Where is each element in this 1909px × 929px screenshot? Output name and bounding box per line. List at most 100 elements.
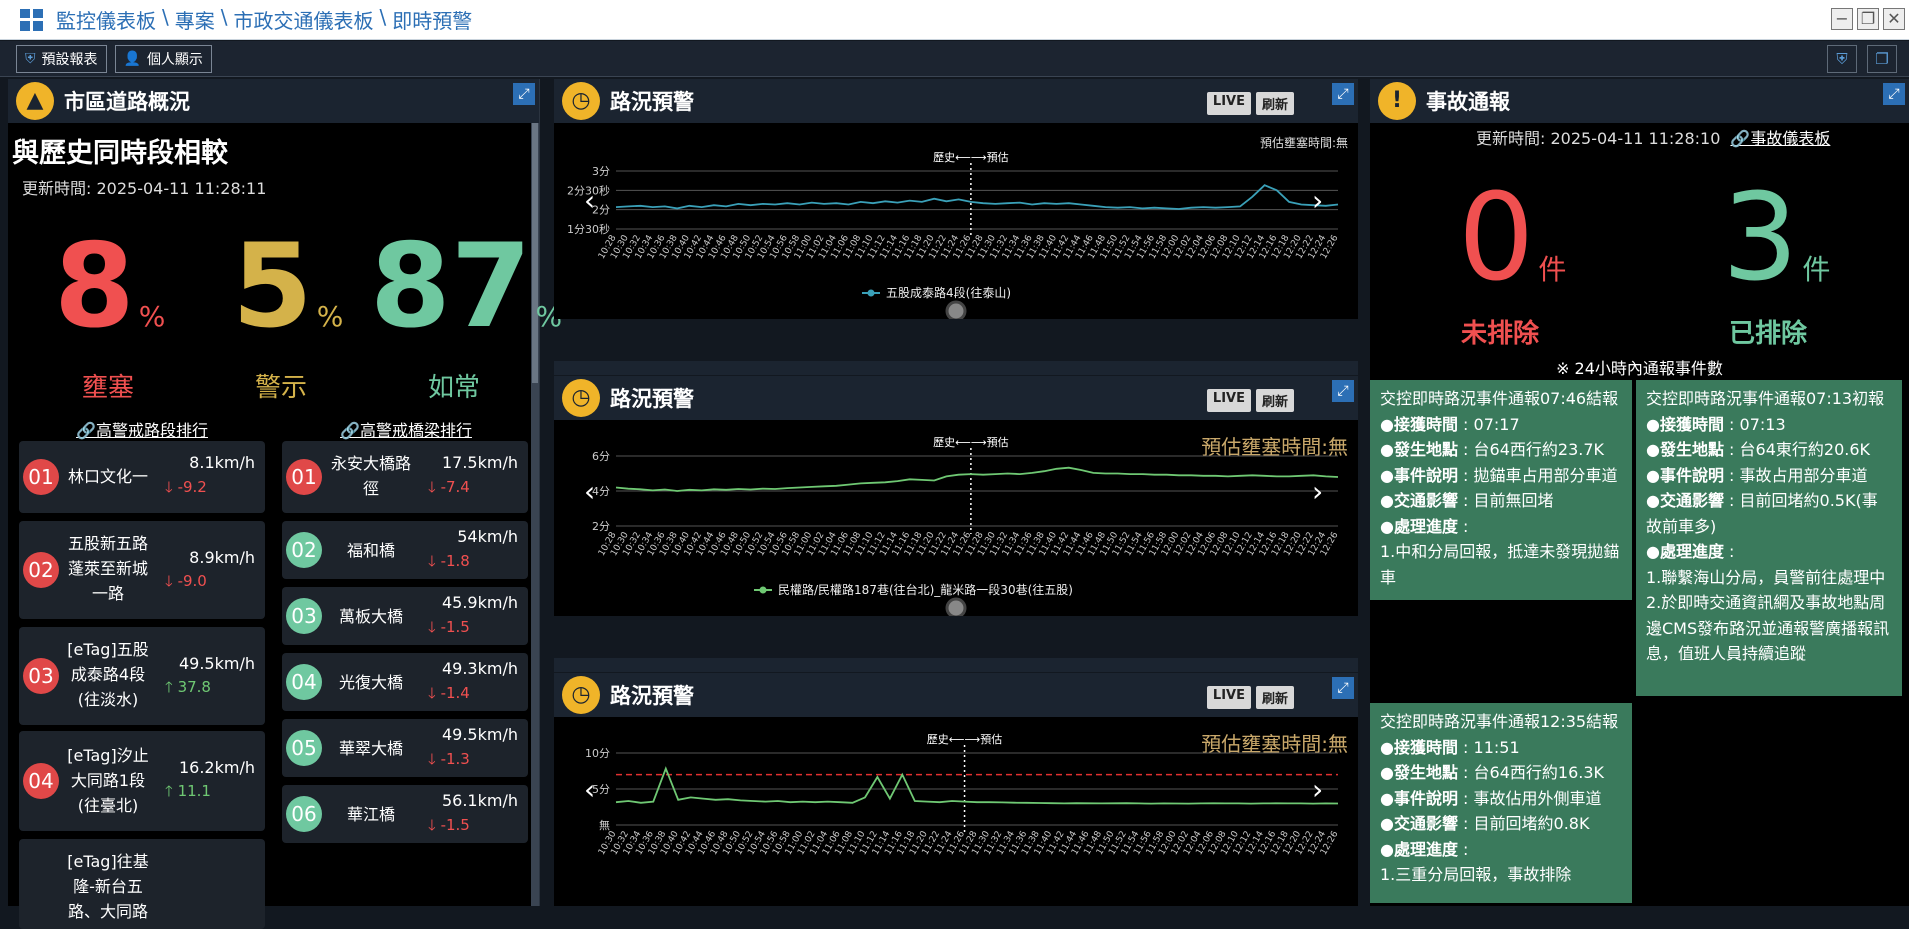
breadcrumb: 監控儀表板 \ 專案 \ 市政交通儀表板 \ 即時預警: [56, 5, 473, 34]
down-arrow-icon: 🡓: [165, 572, 178, 590]
copy-icon[interactable]: ❐: [1867, 45, 1897, 73]
bridge-rank-item[interactable]: 04 光復大橋 49.3km/h 🡓 -1.4: [282, 653, 528, 711]
up-arrow-icon: 🡑: [165, 782, 178, 800]
panel-header: ◷ 路況預警 LIVE 刷新 ⤢: [554, 79, 1358, 123]
traffic-chart-2: 預估壅塞時間:無6分4分2分歷史⟵⟶預估10:2810:3010:3210:34…: [584, 435, 1348, 616]
resolved-label: 已排除: [1728, 319, 1807, 349]
chevron-right-icon[interactable]: ›: [1312, 475, 1323, 508]
chevron-right-icon[interactable]: ›: [1312, 773, 1323, 806]
bridge-rank-item[interactable]: 01 永安大橋路徑 17.5km/h 🡓 -7.4: [282, 441, 528, 513]
refresh-button[interactable]: 刷新: [1255, 92, 1294, 115]
personal-display-button[interactable]: 👤 個人顯示: [114, 44, 212, 73]
chevron-left-icon[interactable]: ‹: [584, 184, 595, 217]
chevron-left-icon[interactable]: ‹: [584, 773, 595, 806]
expand-icon[interactable]: ⤢: [1332, 83, 1354, 105]
unresolved-label: 未排除: [1460, 319, 1539, 349]
estimate-text: 預估壅塞時間:無: [1260, 135, 1348, 150]
road-rank-item[interactable]: 04 [eTag]汐止大同路1段(往臺北) 16.2km/h 🡑 11.1: [19, 731, 265, 831]
bridge-rank-item[interactable]: 06 華江橋 56.1km/h 🡓 -1.5: [282, 785, 528, 843]
traffic-chart-1: 預估壅塞時間:無3分2分30秒2分1分30秒歷史⟵⟶預估10:2810:3010…: [567, 135, 1348, 319]
road-rank-item[interactable]: 02 五股新五路蓬萊至新城一路 8.9km/h 🡓 -9.0: [19, 521, 265, 619]
expand-icon[interactable]: ⤢: [1883, 83, 1905, 105]
expand-icon[interactable]: ⤢: [1332, 677, 1354, 699]
road-rank-item[interactable]: 03 [eTag]五股成泰路4段(往淡水) 49.5km/h 🡑 37.8: [19, 627, 265, 725]
traffic-alert-panel-3: ◷ 路況預警 LIVE 刷新 ⤢ 預估壅塞時間:無 10分 5分無歷史⟵⟶預估 10:3…: [554, 673, 1358, 906]
incident-card[interactable]: 交控即時路況事件通報12:35結報 ●接獲時間 : 11:51 ●發生地點 : …: [1370, 703, 1632, 903]
road-rank-item[interactable]: [eTag]往基隆-新台五路、大同路: [19, 839, 265, 929]
y-tick-label: 2分: [592, 520, 610, 533]
scroll-handle[interactable]: [945, 597, 967, 616]
clock-icon: ◷: [562, 379, 600, 417]
bridge-rank-link[interactable]: 🔗高警戒橋梁排行: [306, 417, 506, 441]
live-button[interactable]: LIVE: [1206, 92, 1251, 115]
breadcrumb-item[interactable]: 監控儀表板: [56, 5, 156, 34]
preset-report-button[interactable]: ⛨ 預設報表: [16, 44, 107, 73]
update-time: 更新時間: 2025-04-11 11:28:11: [22, 179, 267, 198]
shield-icon: ⛨: [25, 50, 36, 67]
minimize-icon[interactable]: −: [1831, 8, 1853, 30]
panel-header: ◷ 路況預警 LIVE 刷新 ⤢: [554, 376, 1358, 420]
down-arrow-icon: 🡓: [428, 750, 441, 768]
scroll-handle[interactable]: [945, 300, 967, 319]
panel-header: ! 事故通報 ⤢: [1370, 79, 1909, 123]
breadcrumb-item-current: 即時預警: [392, 9, 473, 33]
shield-button-icon[interactable]: ⛨: [1827, 45, 1857, 73]
legend-label: 五股成泰路4段(往泰山): [886, 285, 1011, 300]
panel-header: ◷ 路況預警 LIVE 刷新 ⤢: [554, 673, 1358, 717]
series-line: [615, 466, 1339, 492]
clock-icon: ◷: [562, 82, 600, 120]
y-tick-label: 3分: [592, 165, 610, 178]
history-forecast-label: 歷史⟵⟶預估: [927, 733, 1003, 746]
traffic-alert-panel-2: ◷ 路況預警 LIVE 刷新 ⤢ 預估壅塞時間:無 6分 4分 2分 歷史⟵⟶預估 10:2…: [554, 376, 1358, 616]
road-icon: ▲: [16, 82, 54, 120]
incident-dashboard-link[interactable]: 🔗事故儀表板: [1730, 129, 1830, 148]
chevron-right-icon[interactable]: ›: [1312, 184, 1323, 217]
window-controls: − ❐ ✕: [1831, 8, 1905, 30]
road-rank-item[interactable]: 01 林口文化一 8.1km/h 🡓 -9.2: [19, 441, 265, 513]
legend-label: 民權路/民權路187巷(往台北)_龍米路一段30巷(往五股): [778, 582, 1073, 597]
chevron-left-icon[interactable]: ‹: [584, 475, 595, 508]
warning-percent: 5%: [232, 219, 344, 354]
update-time: 更新時間: 2025-04-11 11:28:10: [1476, 129, 1721, 148]
history-forecast-label: 歷史⟵⟶預估: [933, 151, 1009, 164]
warning-label: 警示: [254, 373, 307, 403]
series-line: [615, 184, 1339, 210]
maximize-icon[interactable]: ❐: [1857, 8, 1879, 30]
incident-note: ※ 24小時內通報事件數: [1556, 359, 1723, 378]
y-tick-label: 無: [599, 818, 610, 832]
incident-panel: ! 事故通報 ⤢ 更新時間: 2025-04-11 11:28:10 🔗事故儀表板…: [1370, 79, 1909, 906]
title-bar: 監控儀表板 \ 專案 \ 市政交通儀表板 \ 即時預警 − ❐ ✕: [0, 0, 1909, 40]
warning-icon: !: [1378, 82, 1416, 120]
panel-divider: [554, 361, 1358, 375]
down-arrow-icon: 🡓: [428, 816, 441, 834]
series-line: [615, 766, 1339, 805]
user-icon: 👤: [123, 50, 141, 67]
bridge-rank-item[interactable]: 03 萬板大橋 45.9km/h 🡓 -1.5: [282, 587, 528, 645]
toolbar: ⛨ 預設報表 👤 個人顯示 ⛨ ❐: [0, 41, 1909, 77]
bridge-rank-item[interactable]: 02 福和橋 54km/h 🡓 -1.8: [282, 521, 528, 579]
live-button[interactable]: LIVE: [1206, 389, 1251, 412]
estimate-text: 預估壅塞時間:無: [1201, 732, 1348, 756]
down-arrow-icon: 🡓: [428, 478, 441, 496]
refresh-button[interactable]: 刷新: [1255, 686, 1294, 709]
expand-icon[interactable]: ⤢: [1332, 380, 1354, 402]
incident-card[interactable]: 交控即時路況事件通報07:46結報 ●接獲時間 : 07:17 ●發生地點 : …: [1370, 380, 1632, 600]
breadcrumb-item[interactable]: 市政交通儀表板: [234, 5, 374, 34]
clock-icon: ◷: [562, 676, 600, 714]
down-arrow-icon: 🡓: [428, 552, 441, 570]
close-icon[interactable]: ✕: [1883, 8, 1905, 30]
congested-percent: 8%: [54, 219, 166, 354]
incident-card[interactable]: 交控即時路況事件通報07:13初報 ●接獲時間 : 07:13 ●發生地點 : …: [1636, 380, 1902, 696]
traffic-alert-panel-1: ◷ 路況預警 LIVE 刷新 ⤢ 預估壅塞時間:無 3分 2分30秒 2分 1分30秒 歷史…: [554, 79, 1358, 319]
bridge-rank-item[interactable]: 05 華翠大橋 49.5km/h 🡓 -1.3: [282, 719, 528, 777]
y-tick-label: 10分: [585, 747, 610, 760]
panel-header: ▲ 市區道路概況 ⤢: [8, 79, 539, 123]
breadcrumb-item[interactable]: 專案: [175, 5, 215, 34]
expand-icon[interactable]: ⤢: [513, 83, 535, 105]
live-button[interactable]: LIVE: [1206, 686, 1251, 709]
compare-title: 與歷史同時段相較: [12, 138, 228, 169]
road-rank-link[interactable]: 🔗高警戒路段排行: [42, 417, 242, 441]
refresh-button[interactable]: 刷新: [1255, 389, 1294, 412]
dashboard-logo-icon: [20, 8, 44, 31]
normal-percent: 87%: [370, 219, 563, 354]
